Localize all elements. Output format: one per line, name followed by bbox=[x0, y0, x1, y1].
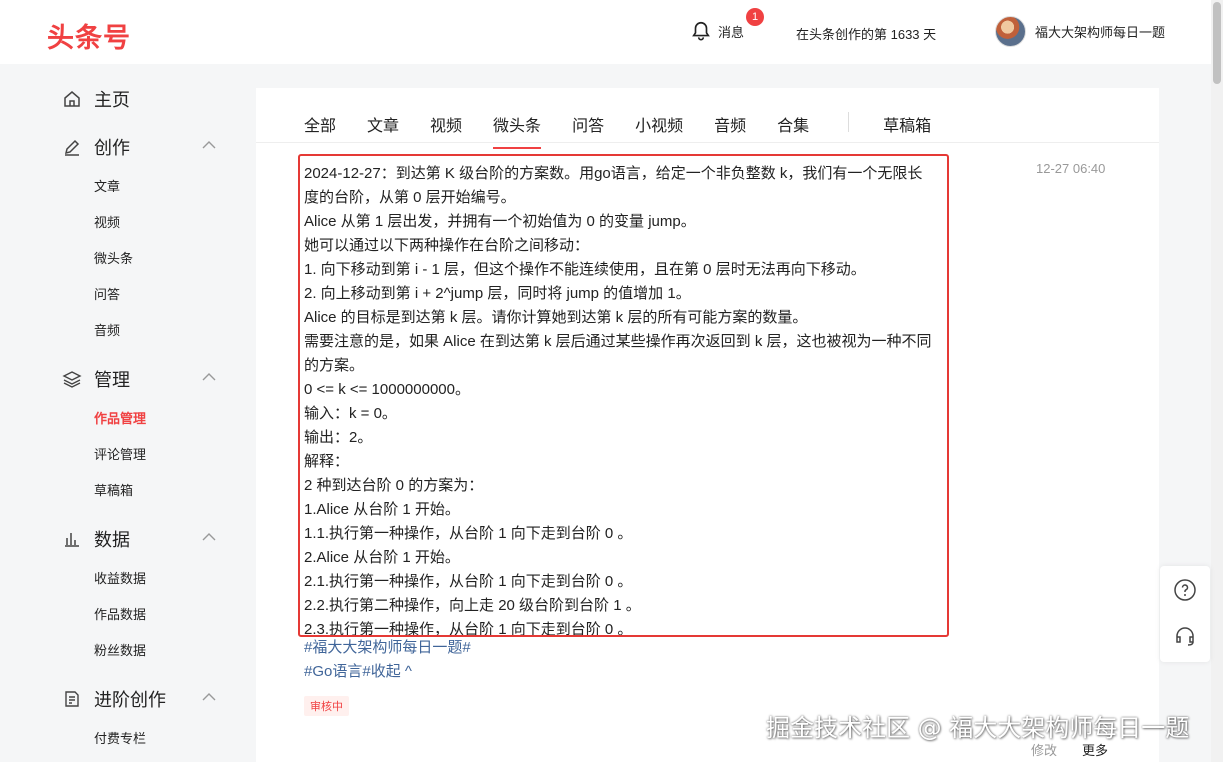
post-line: 2.1.执行第一种操作，从台阶 1 向下走到台阶 0 。 bbox=[304, 573, 633, 590]
bell-icon bbox=[692, 21, 710, 41]
post-line: 1.Alice 从台阶 1 开始。 bbox=[304, 501, 460, 518]
tab-audio[interactable]: 音频 bbox=[714, 112, 746, 136]
post-line: 输入：k = 0。 bbox=[304, 405, 397, 422]
status-badge: 审核中 bbox=[304, 696, 349, 716]
document-edit-icon bbox=[65, 691, 79, 707]
chevron-up-icon bbox=[202, 533, 216, 541]
hashtag-collapse-link[interactable]: #Go语言#收起 ^ bbox=[304, 660, 412, 681]
tab-videos[interactable]: 视频 bbox=[430, 112, 462, 136]
post-line: 2.Alice 从台阶 1 开始。 bbox=[304, 549, 460, 566]
sidebar-item-paid-column[interactable]: 付费专栏 bbox=[94, 728, 146, 747]
post-line: 1. 向下移动到第 i - 1 层，但这个操作不能连续使用，且在第 0 层时无法… bbox=[304, 261, 866, 278]
bar-chart-icon bbox=[65, 533, 79, 547]
tab-drafts[interactable]: 草稿箱 bbox=[883, 112, 931, 136]
tab-articles[interactable]: 文章 bbox=[367, 112, 399, 136]
pen-icon bbox=[64, 139, 80, 156]
post-line: 输出：2。 bbox=[304, 429, 373, 446]
messages-count-badge: 1 bbox=[746, 8, 764, 26]
sidebar-item-qa[interactable]: 问答 bbox=[94, 284, 120, 303]
post-line: 2. 向上移动到第 i + 2^jump 层，同时将 jump 的值增加 1。 bbox=[304, 285, 691, 302]
layers-icon bbox=[62, 371, 82, 388]
sidebar-item-drafts[interactable]: 草稿箱 bbox=[94, 480, 133, 499]
sidebar-item-label: 主页 bbox=[94, 90, 130, 110]
chevron-up-icon bbox=[202, 141, 216, 149]
post-line: 0 <= k <= 1000000000。 bbox=[304, 381, 470, 398]
sidebar: 主页 创作 文章 视频 微头条 问答 音频 管理 作品管理 评论管理 草稿箱 数… bbox=[0, 64, 240, 762]
watermark: 掘金技术社区 @ 福大大架构师每日一题 bbox=[766, 714, 1190, 742]
sidebar-group-label: 创作 bbox=[94, 138, 130, 158]
headset-icon[interactable] bbox=[1173, 624, 1197, 648]
post-line: 2024-12-27：到达第 K 级台阶的方案数。用go语言，给定一个非负整数 … bbox=[304, 165, 923, 206]
messages-button[interactable]: 消息 1 bbox=[690, 8, 764, 42]
sidebar-item-video[interactable]: 视频 bbox=[94, 212, 120, 231]
chevron-up-icon bbox=[202, 373, 216, 381]
creation-days-text: 在头条创作的第 1633 天 bbox=[796, 27, 937, 42]
sidebar-group-create[interactable]: 创作 bbox=[62, 134, 222, 160]
sidebar-item-comments[interactable]: 评论管理 bbox=[94, 444, 146, 463]
sidebar-item-article[interactable]: 文章 bbox=[94, 176, 120, 195]
post-time: 12-27 06:40 bbox=[1036, 161, 1106, 176]
sidebar-item-fans-data[interactable]: 粉丝数据 bbox=[94, 640, 146, 659]
tab-divider bbox=[848, 112, 850, 132]
sidebar-group-label: 数据 bbox=[94, 530, 130, 550]
hashtag-link[interactable]: #福大大架构师每日一题# bbox=[304, 636, 471, 657]
sidebar-group-data[interactable]: 数据 bbox=[62, 526, 222, 552]
sidebar-item-income-data[interactable]: 收益数据 bbox=[94, 568, 146, 587]
post-line: 她可以通过以下两种操作在台阶之间移动： bbox=[304, 237, 590, 254]
tab-micro-posts[interactable]: 微头条 bbox=[493, 112, 542, 149]
tabs-divider bbox=[256, 142, 1159, 143]
sidebar-item-audio[interactable]: 音频 bbox=[94, 320, 120, 339]
tab-short-videos[interactable]: 小视频 bbox=[635, 112, 683, 136]
main-card: 全部 文章 视频 微头条 问答 小视频 音频 合集 草稿箱 2024-12-27… bbox=[256, 88, 1159, 762]
sidebar-group-label: 进阶创作 bbox=[94, 690, 166, 710]
messages-label: 消息 bbox=[718, 24, 745, 40]
sidebar-group-label: 管理 bbox=[94, 370, 130, 390]
post-line: Alice 的目标是到达第 k 层。请你计算她到达第 k 层的所有可能方案的数量… bbox=[304, 309, 808, 326]
post-line: Alice 从第 1 层出发，并拥有一个初始值为 0 的变量 jump。 bbox=[304, 213, 696, 230]
post-line: 需要注意的是，如果 Alice 在到达第 k 层后通过某些操作再次返回到 k 层… bbox=[304, 333, 932, 374]
scrollbar-thumb[interactable] bbox=[1213, 2, 1221, 84]
post-line: 1.1.执行第一种操作，从台阶 1 向下走到台阶 0 。 bbox=[304, 525, 633, 542]
sidebar-item-micro-post[interactable]: 微头条 bbox=[94, 248, 133, 267]
post-line: 2.2.执行第二种操作，向上走 20 级台阶到台阶 1 。 bbox=[304, 597, 641, 614]
tab-qa[interactable]: 问答 bbox=[572, 112, 604, 136]
scrollbar-track[interactable] bbox=[1211, 0, 1223, 762]
logo[interactable]: 头条号 bbox=[47, 16, 131, 55]
content-tabs: 全部 文章 视频 微头条 问答 小视频 音频 合集 草稿箱 bbox=[304, 112, 962, 149]
post-content[interactable]: 2024-12-27：到达第 K 级台阶的方案数。用go语言，给定一个非负整数 … bbox=[304, 162, 944, 642]
username: 福大大架构师每日一题 bbox=[1035, 25, 1166, 40]
tab-collections[interactable]: 合集 bbox=[777, 112, 809, 136]
avatar bbox=[995, 16, 1026, 47]
home-icon bbox=[64, 91, 80, 107]
sidebar-group-advanced[interactable]: 进阶创作 bbox=[62, 686, 222, 712]
post-line: 解释： bbox=[304, 453, 350, 470]
sidebar-group-manage[interactable]: 管理 bbox=[62, 366, 222, 392]
sidebar-item-works[interactable]: 作品管理 bbox=[94, 408, 146, 427]
chevron-up-icon bbox=[202, 693, 216, 701]
tab-all[interactable]: 全部 bbox=[304, 112, 336, 136]
floating-help-panel bbox=[1160, 566, 1210, 662]
user-menu[interactable]: 福大大架构师每日一题 bbox=[995, 16, 1165, 47]
sidebar-item-home[interactable]: 主页 bbox=[62, 86, 222, 112]
sidebar-item-works-data[interactable]: 作品数据 bbox=[94, 604, 146, 623]
help-icon[interactable] bbox=[1173, 578, 1197, 602]
post-line: 2 种到达台阶 0 的方案为： bbox=[304, 477, 484, 494]
top-header: 头条号 消息 1 在头条创作的第 1633 天 福大大架构师每日一题 bbox=[0, 0, 1223, 64]
